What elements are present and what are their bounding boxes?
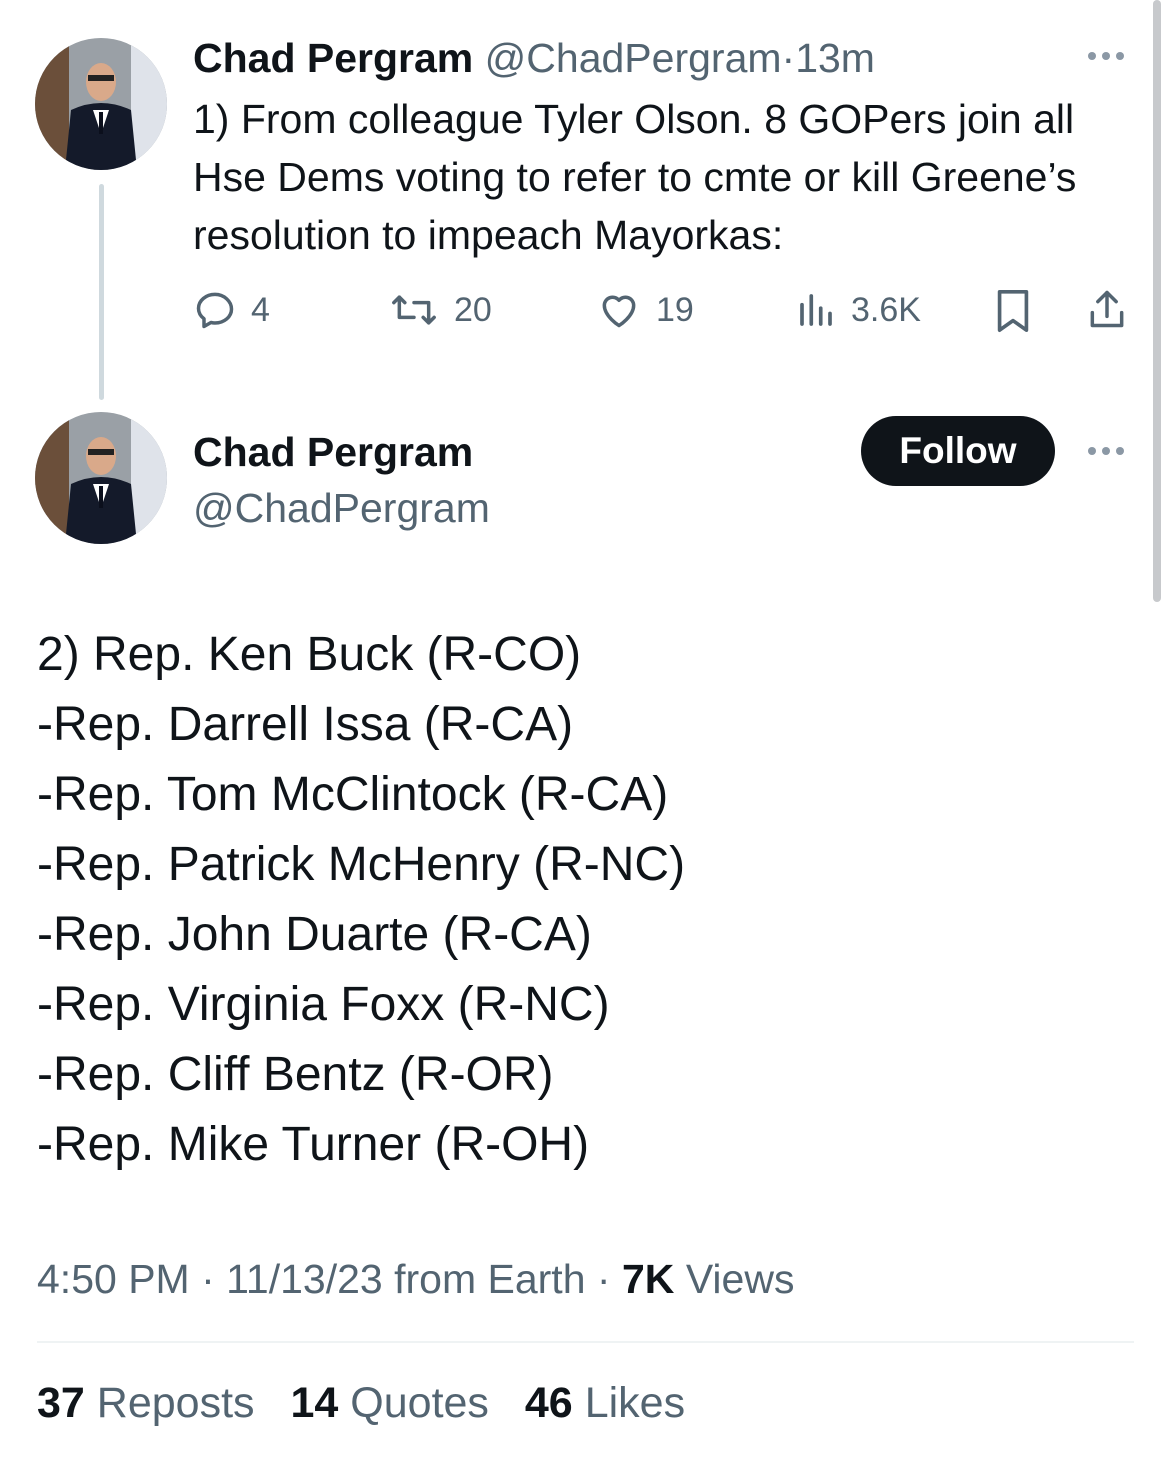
- text-line: -Rep. Patrick McHenry (R-NC): [37, 838, 686, 891]
- views-button[interactable]: 3.6K: [795, 288, 921, 332]
- tweet1-text: 1) From colleague Tyler Olson. 8 GOPers …: [193, 96, 1077, 258]
- share-icon: [1090, 290, 1124, 328]
- tweet-meta: 4:50 PM · 11/13/23 from Earth · 7K Views: [37, 1254, 794, 1304]
- bookmark-button[interactable]: [993, 288, 1033, 334]
- separator: ·: [201, 1256, 215, 1302]
- text-line: -Rep. John Duarte (R-CA): [37, 908, 592, 961]
- view-count: 3.6K: [851, 290, 921, 329]
- more-icon[interactable]: [1088, 52, 1124, 60]
- quotes-stat[interactable]: 14 Quotes: [291, 1379, 513, 1427]
- scrollbar[interactable]: [1153, 0, 1161, 602]
- like-count: 19: [656, 290, 694, 329]
- reply-button[interactable]: 4: [193, 288, 270, 332]
- reply-icon: [196, 292, 234, 329]
- repost-count: 20: [454, 290, 492, 329]
- repost-icon: [392, 295, 436, 325]
- quotes-label: Quotes: [350, 1379, 489, 1427]
- reposts-label: Reposts: [96, 1379, 255, 1427]
- views-icon: [800, 294, 832, 326]
- like-button[interactable]: 19: [596, 288, 694, 332]
- likes-count: 46: [524, 1379, 573, 1427]
- avatar[interactable]: [35, 38, 167, 170]
- likes-stat[interactable]: 46 Likes: [525, 1379, 709, 1427]
- tweet-stats: 37 Reposts 14 Quotes 46 Likes: [37, 1377, 709, 1429]
- author-name[interactable]: Chad Pergram: [193, 427, 473, 477]
- author-handle[interactable]: @ChadPergram: [193, 483, 490, 533]
- more-icon[interactable]: [1088, 447, 1124, 455]
- reposts-count: 37: [37, 1379, 85, 1427]
- author-name[interactable]: Chad Pergram: [193, 35, 473, 81]
- reply-count: 4: [251, 290, 270, 329]
- quotes-count: 14: [290, 1379, 339, 1427]
- tweet1-actions: 4 20 19 3.6K: [193, 282, 1133, 338]
- reposts-stat[interactable]: 37 Reposts: [37, 1379, 279, 1427]
- author-handle[interactable]: @ChadPergram: [485, 35, 782, 81]
- bookmark-icon: [997, 290, 1029, 332]
- follow-button[interactable]: Follow: [861, 416, 1055, 486]
- tweet1-header: Chad Pergram @ChadPergram·13m: [193, 34, 875, 82]
- text-line: -Rep. Darrell Issa (R-CA): [37, 698, 574, 751]
- text-line: 2) Rep. Ken Buck (R-CO): [37, 628, 582, 681]
- like-icon: [602, 295, 636, 328]
- separator: ·: [781, 35, 796, 81]
- likes-label: Likes: [584, 1379, 686, 1427]
- thread-line: [99, 184, 104, 400]
- share-button[interactable]: [1085, 286, 1129, 332]
- separator: ·: [596, 1256, 611, 1302]
- views-label: Views: [685, 1256, 795, 1302]
- text-line: -Rep. Cliff Bentz (R-OR): [37, 1048, 554, 1101]
- tweet2-text: 2) Rep. Ken Buck (R-CO) -Rep. Darrell Is…: [37, 620, 685, 1180]
- avatar[interactable]: [35, 412, 167, 544]
- text-line: -Rep. Mike Turner (R-OH): [37, 1118, 590, 1171]
- tweet-time[interactable]: 13m: [795, 35, 875, 81]
- tweet-timestamp[interactable]: 4:50 PM: [37, 1256, 190, 1302]
- text-line: -Rep. Tom McClintock (R-CA): [37, 768, 669, 821]
- views-count: 7K: [621, 1256, 675, 1302]
- tweet-date-source: 11/13/23 from Earth: [226, 1256, 586, 1302]
- repost-button[interactable]: 20: [388, 288, 492, 332]
- divider: [37, 1341, 1134, 1343]
- text-line: -Rep. Virginia Foxx (R-NC): [37, 978, 610, 1031]
